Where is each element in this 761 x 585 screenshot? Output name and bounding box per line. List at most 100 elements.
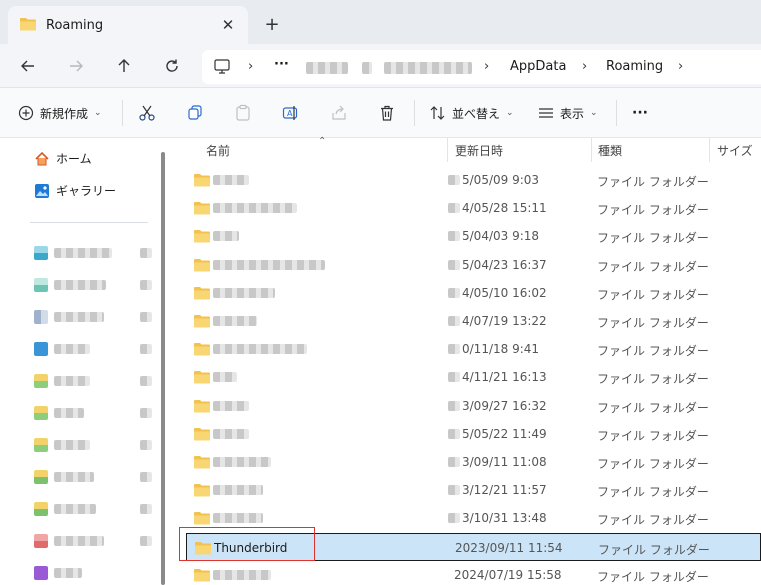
back-button[interactable] (12, 50, 44, 82)
delete-button[interactable] (378, 98, 396, 128)
file-type: ファイル フォルダー (597, 372, 709, 387)
pinned-item-hidden[interactable] (54, 568, 82, 578)
sort-button[interactable]: 並べ替え ⌄ (430, 98, 514, 128)
breadcrumb-separator: › (248, 59, 254, 74)
file-row[interactable]: 3/12/21 11:57 ファイル フォルダー (186, 476, 761, 504)
home-icon (35, 151, 49, 165)
file-modified-date: 3/09/11 11:08 (462, 455, 547, 469)
file-modified-date: 5/04/23 16:37 (462, 257, 547, 272)
tab-title: Roaming (46, 17, 104, 33)
hidden-date-prefix (448, 316, 460, 326)
file-modified-date: 3/12/21 11:57 (462, 483, 547, 498)
pinned-item-hidden[interactable] (54, 536, 104, 546)
file-type: ファイル フォルダー (597, 400, 709, 415)
share-button[interactable] (330, 98, 348, 128)
file-row[interactable]: 5/05/22 11:49 ファイル フォルダー (186, 420, 761, 448)
trash-icon (381, 105, 393, 121)
file-type: ファイル フォルダー (597, 569, 709, 584)
column-header-date[interactable]: 更新日時 (455, 138, 503, 162)
breadcrumb-roaming[interactable]: Roaming (606, 59, 663, 74)
file-row[interactable]: 4/05/28 15:11 ファイル フォルダー (186, 194, 761, 222)
file-row[interactable]: 3/09/27 16:32 ファイル フォルダー (186, 392, 761, 420)
pinned-item-hidden[interactable] (54, 248, 112, 258)
rename-icon: A (282, 106, 298, 120)
hidden-file-name (213, 231, 239, 242)
more-options-button[interactable]: ··· (632, 98, 648, 128)
column-header-type[interactable]: 種類 (598, 138, 622, 162)
breadcrumb-appdata[interactable]: AppData (510, 59, 566, 74)
file-row[interactable]: 5/04/03 9:18 ファイル フォルダー (186, 222, 761, 250)
file-row[interactable]: 4/07/19 13:22 ファイル フォルダー (186, 307, 761, 335)
up-arrow-icon (118, 59, 130, 72)
hidden-date-prefix (448, 457, 460, 467)
folder-icon (20, 17, 36, 34)
pinned-item-hidden[interactable] (54, 344, 90, 354)
rename-button[interactable]: A (282, 98, 300, 128)
file-list: 名前 ⌃ 更新日時 種類 サイズ 5/05/09 9:03 ファイル フォルダー 4… (170, 136, 761, 585)
file-modified-date: 4/05/28 15:11 (462, 201, 547, 216)
sort-icon (430, 106, 445, 120)
pinned-item-hidden[interactable] (54, 504, 96, 514)
hidden-date-prefix (448, 400, 460, 411)
file-type: ファイル フォルダー (597, 259, 709, 274)
file-row[interactable]: 5/04/23 16:37 ファイル フォルダー (186, 251, 761, 279)
toolbar-divider (414, 100, 415, 126)
breadcrumb-more-button[interactable]: ··· (274, 57, 289, 72)
file-row[interactable]: 0/11/18 9:41 ファイル フォルダー (186, 335, 761, 363)
column-divider[interactable] (591, 138, 592, 162)
pinned-item-hidden[interactable] (54, 440, 90, 450)
nav-divider (30, 222, 148, 223)
hidden-date-prefix (448, 485, 460, 496)
paste-button[interactable] (234, 98, 252, 128)
column-header-size[interactable]: サイズ (717, 138, 753, 162)
pin-icon (140, 504, 152, 514)
breadcrumb-separator: › (582, 59, 588, 74)
hidden-file-name (213, 203, 297, 214)
file-type: ファイル フォルダー (598, 542, 710, 557)
tab-roaming[interactable]: Roaming ✕ (8, 6, 248, 44)
sort-button-label: 並べ替え (452, 106, 501, 121)
pinned-item-hidden[interactable] (54, 312, 104, 322)
file-modified-date: 4/11/21 16:13 (462, 370, 547, 385)
pin-icon (140, 440, 152, 450)
breadcrumb-separator: › (678, 59, 684, 74)
new-button[interactable]: 新規作成 ⌄ (18, 98, 102, 128)
pinned-item-hidden[interactable] (54, 472, 94, 482)
navigation-bar: › ··· › AppData › Roaming › (0, 44, 761, 88)
nav-item-gallery[interactable]: ギャラリー (34, 182, 116, 199)
up-button[interactable] (108, 50, 140, 82)
nav-item-home[interactable]: ホーム (34, 150, 92, 167)
cut-button[interactable] (138, 98, 156, 128)
file-type: ファイル フォルダー (597, 316, 709, 330)
hidden-date-prefix (448, 203, 460, 214)
pinned-item-hidden[interactable] (54, 280, 106, 290)
hidden-file-name (213, 428, 249, 439)
refresh-button[interactable] (156, 50, 188, 82)
nav-pane-scrollbar[interactable] (161, 152, 165, 585)
address-bar[interactable]: › ··· › AppData › Roaming › (202, 50, 761, 84)
copy-button[interactable] (186, 98, 204, 128)
refresh-icon (166, 59, 178, 72)
hidden-file-name (213, 513, 263, 524)
pinned-item-hidden[interactable] (54, 376, 90, 386)
file-row[interactable]: 4/05/10 16:02 ファイル フォルダー (186, 279, 761, 307)
pinned-item-hidden[interactable] (54, 408, 84, 418)
file-modified-date: 2023/09/11 11:54 (455, 540, 563, 555)
forward-button[interactable] (60, 50, 92, 82)
pinned-item-icon (34, 310, 48, 324)
column-header-name[interactable]: 名前 (206, 138, 230, 162)
hidden-date-prefix (448, 513, 460, 524)
tab-close-button[interactable]: ✕ (214, 11, 242, 39)
file-row[interactable]: 5/05/09 9:03 ファイル フォルダー (186, 166, 761, 194)
column-divider[interactable] (709, 138, 710, 162)
pin-icon (140, 472, 152, 482)
file-row[interactable]: 2024/07/19 15:58 ファイル フォルダー (186, 561, 761, 585)
column-divider[interactable] (447, 138, 448, 162)
view-button[interactable]: 表示 ⌄ (538, 98, 598, 128)
file-row[interactable]: 4/11/21 16:13 ファイル フォルダー (186, 363, 761, 391)
file-row[interactable]: 3/09/11 11:08 ファイル フォルダー (186, 448, 761, 476)
file-type: ファイル フォルダー (597, 287, 709, 302)
file-type: ファイル フォルダー (597, 513, 709, 528)
highlight-annotation (179, 527, 315, 561)
new-tab-button[interactable]: + (258, 10, 286, 38)
